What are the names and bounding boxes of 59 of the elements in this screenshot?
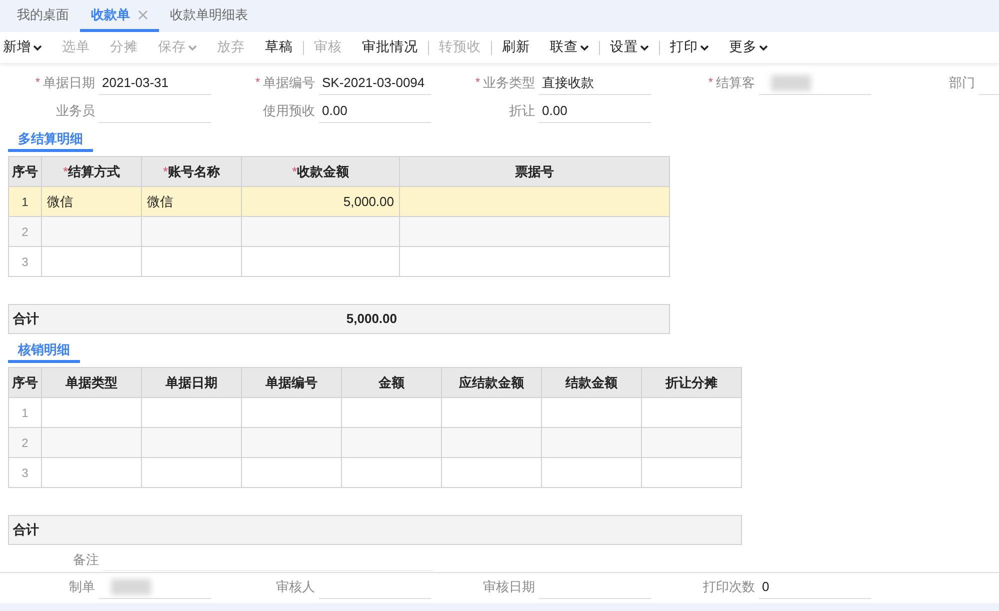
- required-mark: *: [255, 74, 260, 92]
- field-label: 制单: [69, 578, 95, 596]
- field-label: 业务类型: [483, 74, 535, 92]
- field-label: 结算客: [716, 74, 755, 92]
- required-mark: *: [708, 74, 713, 92]
- field-label: 业务员: [56, 102, 95, 120]
- input-field[interactable]: SK-2021-03-0094: [319, 71, 431, 95]
- chevron-down-icon: [580, 44, 589, 50]
- table-row[interactable]: 1: [8, 398, 742, 428]
- row-number: 3: [8, 246, 42, 276]
- chevron-down-icon: [700, 44, 709, 50]
- table-row[interactable]: 2: [8, 428, 742, 458]
- chevron-down-icon: [188, 44, 197, 50]
- chevron-down-icon: [33, 44, 42, 50]
- row-number: 3: [8, 458, 42, 488]
- field-label: 打印次数: [703, 578, 755, 596]
- table-row[interactable]: 3: [8, 458, 742, 488]
- toolbar-button[interactable]: 新增: [0, 37, 52, 58]
- field-label: 单据编号: [263, 74, 315, 92]
- input-field[interactable]: 0.00: [539, 99, 651, 123]
- toolbar-button[interactable]: 草稿: [255, 37, 303, 58]
- redaction-blur: [111, 579, 151, 595]
- chevron-down-icon: [640, 44, 649, 50]
- total-row: 合计: [8, 515, 742, 545]
- redaction-blur: [771, 75, 811, 91]
- section-tab[interactable]: 核销明细: [8, 340, 80, 363]
- field-label: 审核日期: [483, 578, 535, 596]
- field-label: 备注: [73, 552, 99, 567]
- column-header: 序号: [8, 368, 42, 398]
- toolbar-button[interactable]: 审批情况: [352, 37, 428, 58]
- input-field[interactable]: 直接收款: [539, 71, 651, 95]
- toolbar-button[interactable]: 刷新: [491, 37, 540, 58]
- required-mark: *: [475, 74, 480, 92]
- close-icon[interactable]: [138, 10, 148, 20]
- field-label: 使用预收: [263, 102, 315, 120]
- table-row[interactable]: 1 微信 微信 5,000.00: [8, 186, 670, 216]
- table-row[interactable]: 3: [8, 246, 670, 276]
- field-label: 部门: [949, 74, 975, 92]
- toolbar-button[interactable]: 设置: [599, 37, 659, 58]
- toolbar-button[interactable]: 联查: [540, 37, 599, 58]
- chevron-down-icon: [759, 44, 768, 50]
- toolbar-button[interactable]: 更多: [719, 37, 778, 58]
- tab[interactable]: 收款单明细表: [159, 0, 259, 32]
- required-mark: *: [35, 74, 40, 92]
- total-row: 合计 5,000.00: [8, 304, 670, 334]
- field-label: 折让: [509, 102, 535, 120]
- column-header: *收款金额: [242, 156, 400, 186]
- input-field[interactable]: 2021-03-31: [99, 71, 211, 95]
- field-label: 单据日期: [43, 74, 95, 92]
- tab[interactable]: 收款单: [80, 0, 159, 32]
- table-row[interactable]: 2: [8, 216, 670, 246]
- field-label: 审核人: [276, 578, 315, 596]
- toolbar-button[interactable]: 打印: [659, 37, 719, 58]
- input-field[interactable]: 0: [759, 575, 871, 599]
- column-header: 序号: [8, 156, 42, 186]
- tab[interactable]: 我的桌面: [6, 0, 80, 32]
- input-field[interactable]: 0.00: [319, 99, 431, 123]
- column-header: 票据号: [400, 156, 670, 186]
- section-tab[interactable]: 多结算明细: [8, 129, 93, 152]
